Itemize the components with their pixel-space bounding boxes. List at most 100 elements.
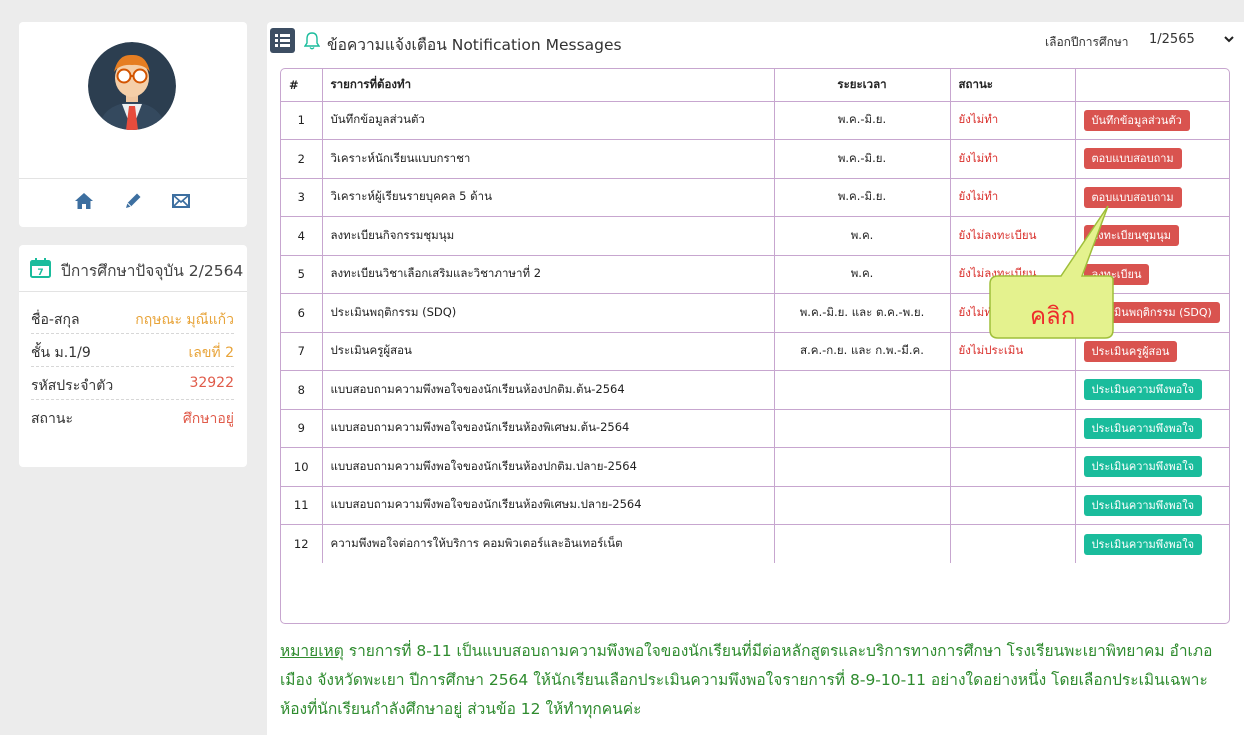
callout-text: คลิก [1030,302,1076,330]
bell-icon [304,32,320,50]
row-number: 2 [281,139,323,179]
chevron-down-icon [1224,36,1234,43]
panel-title: ข้อความแจ้งเตือน Notification Messages [327,36,622,54]
home-icon[interactable] [73,190,95,212]
action-button[interactable]: ตอบแบบสอบถาม [1083,148,1182,170]
task-name: แบบสอบถามความพึงพอใจของนักเรียนห้องพิเศษ… [321,408,775,448]
task-period [773,447,951,487]
task-name: ความพึงพอใจต่อการให้บริการ คอมพิวเตอร์แล… [321,524,775,563]
row-number: 5 [281,254,323,294]
profile-card [19,22,247,227]
info-row-class: ชั้น ม.1/9 เลขที่ 2 [31,334,234,367]
info-label: ชั้น ม.1/9 [31,345,91,361]
year-select-label: เลือกปีการศึกษา [1045,35,1129,49]
row-number: 11 [281,485,323,525]
task-name: บันทึกข้อมูลส่วนตัว [321,100,775,140]
row-number: 7 [281,331,323,371]
row-number: 9 [281,408,323,448]
table-row: 11 แบบสอบถามความพึงพอใจของนักเรียนห้องพิเ… [281,485,1229,525]
task-period: พ.ค.-มิ.ย. และ ต.ค.-พ.ย. [773,293,951,333]
task-period [773,524,951,563]
user-avatar-icon [88,42,176,130]
action-button[interactable]: บันทึกข้อมูลส่วนตัว [1083,109,1190,131]
task-status: ยังไม่ทำ [949,139,1076,179]
action-cell: ประเมินความพึงพอใจ [1074,408,1229,448]
info-row-student-id: รหัสประจำตัว 32922 [31,367,234,400]
column-header-task: รายการที่ต้องทำ [321,69,775,102]
info-value: กฤษณะ มุณีแก้ว [135,312,234,328]
table-row: 12 ความพึงพอใจต่อการให้บริการ คอมพิวเตอร์… [281,524,1229,563]
row-number: 3 [281,177,323,217]
task-status [949,408,1076,448]
list-menu-icon[interactable] [270,28,295,53]
task-period [773,485,951,525]
task-period: พ.ค.-มิ.ย. [773,100,951,140]
notifications-panel: ข้อความแจ้งเตือน Notification Messages เ… [267,22,1244,735]
task-status [949,447,1076,487]
task-name: วิเคราะห์นักเรียนแบบกราชา [321,139,775,179]
action-button[interactable]: ประเมินความพึงพอใจ [1083,456,1203,478]
task-period: พ.ค. [773,254,951,294]
column-header-status: สถานะ [949,69,1076,102]
action-cell: ประเมินความพึงพอใจ [1074,447,1229,487]
task-status [949,524,1076,563]
column-header-period: ระยะเวลา [773,69,951,102]
calendar-icon: 7 [30,258,51,278]
row-number: 12 [281,524,323,563]
task-name: วิเคราะห์ผู้เรียนรายบุคคล 5 ด้าน [321,177,775,217]
note-paragraph: หมายเหตุ รายการที่ 8-11 เป็นแบบสอบถามควา… [280,637,1230,724]
action-button[interactable]: ประเมินความพึงพอใจ [1083,494,1203,516]
info-value: ศึกษาอยู่ [182,411,234,427]
action-button[interactable]: ประเมินความพึงพอใจ [1083,417,1203,439]
task-period: พ.ค.-มิ.ย. [773,139,951,179]
note-label: หมายเหตุ [280,642,344,660]
task-status [949,485,1076,525]
year-select-dropdown[interactable]: 1/2565 [1145,28,1237,54]
action-cell: บันทึกข้อมูลส่วนตัว [1074,100,1229,140]
year-select-value: 1/2565 [1149,32,1195,47]
info-label: รหัสประจำตัว [31,378,114,394]
info-value: 32922 [189,375,234,391]
action-button[interactable]: ประเมินความพึงพอใจ [1083,533,1203,555]
note-text: รายการที่ 8-11 เป็นแบบสอบถามความพึงพอใจข… [280,642,1213,718]
row-number: 1 [281,100,323,140]
table-row: 2 วิเคราะห์นักเรียนแบบกราชา พ.ค.-มิ.ย. ยังไ… [281,139,1229,179]
pencil-icon[interactable] [122,190,144,212]
info-label: ชื่อ-สกุล [31,312,80,328]
task-status [949,370,1076,410]
task-name: ลงทะเบียนวิชาเลือกเสริมและวิชาภาษาที่ 2 [321,254,775,294]
year-card-header: 7 ปีการศึกษาปัจจุบัน 2/2564 [19,245,247,292]
divider [19,178,247,179]
info-value: เลขที่ 2 [188,345,234,361]
action-cell: ตอบแบบสอบถาม [1074,139,1229,179]
current-year-card: 7 ปีการศึกษาปัจจุบัน 2/2564 ชื่อ-สกุล กฤ… [19,245,247,467]
info-row-status: สถานะ ศึกษาอยู่ [31,400,234,433]
task-name: แบบสอบถามความพึงพอใจของนักเรียนห้องพิเศษ… [321,485,775,525]
task-name: แบบสอบถามความพึงพอใจของนักเรียนห้องปกติม… [321,370,775,410]
table-header-row: # รายการที่ต้องทำ ระยะเวลา สถานะ [281,69,1229,102]
envelope-icon[interactable] [170,190,192,212]
task-name: ลงทะเบียนกิจกรรมชุมนุม [321,216,775,256]
table-row: 10 แบบสอบถามความพึงพอใจของนักเรียนห้องปกต… [281,447,1229,487]
row-number: 8 [281,370,323,410]
task-period: ส.ค.-ก.ย. และ ก.พ.-มี.ค. [773,331,951,371]
task-name: แบบสอบถามความพึงพอใจของนักเรียนห้องปกติม… [321,447,775,487]
action-cell: ประเมินความพึงพอใจ [1074,485,1229,525]
task-period [773,408,951,448]
action-cell: ประเมินความพึงพอใจ [1074,370,1229,410]
row-number: 10 [281,447,323,487]
task-name: ประเมินครูผู้สอน [321,331,775,371]
task-name: ประเมินพฤติกรรม (SDQ) [321,293,775,333]
action-button[interactable]: ประเมินความพึงพอใจ [1083,379,1203,401]
row-number: 6 [281,293,323,333]
task-period: พ.ค. [773,216,951,256]
task-period [773,370,951,410]
table-row: 9 แบบสอบถามความพึงพอใจของนักเรียนห้องพิเศ… [281,408,1229,448]
column-header-action [1074,69,1229,102]
year-card-title: ปีการศึกษาปัจจุบัน 2/2564 [61,262,244,280]
info-row-name: ชื่อ-สกุล กฤษณะ มุณีแก้ว [31,301,234,334]
table-row: 8 แบบสอบถามความพึงพอใจของนักเรียนห้องปกติ… [281,370,1229,410]
task-status: ยังไม่ทำ [949,100,1076,140]
info-label: สถานะ [31,411,73,427]
row-number: 4 [281,216,323,256]
